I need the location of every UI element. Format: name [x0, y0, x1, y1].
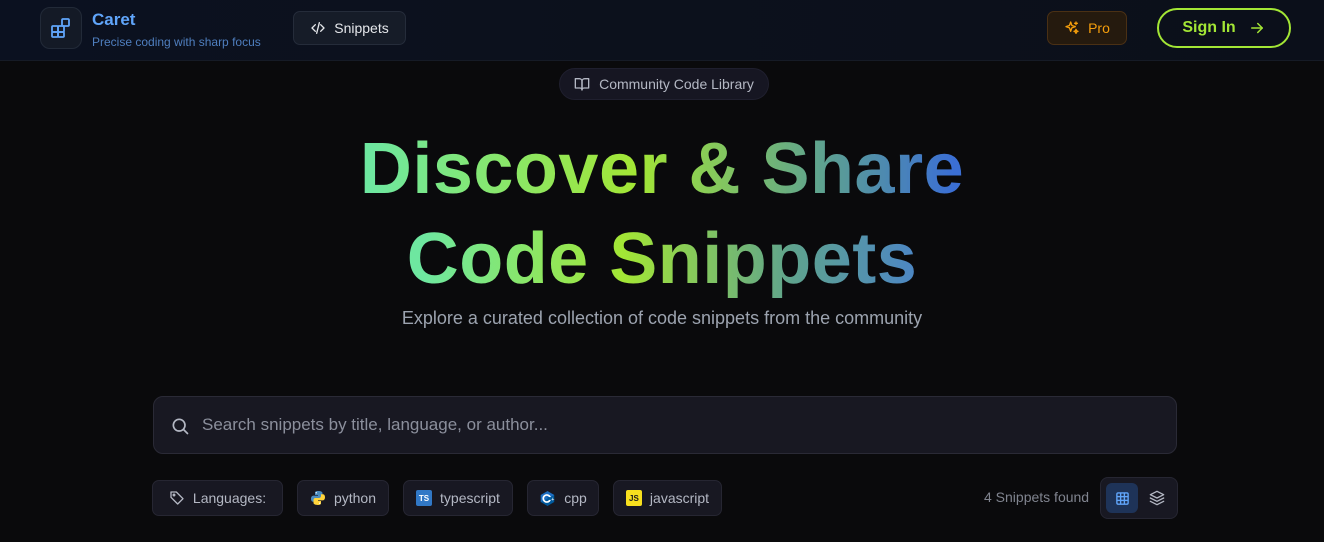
blocks-logo-icon	[51, 18, 70, 38]
pro-label: Pro	[1088, 20, 1110, 36]
sign-in-label: Sign In	[1182, 19, 1236, 36]
search-bar	[153, 396, 1177, 454]
typescript-icon: TS	[416, 490, 433, 506]
community-library-pill: Community Code Library	[559, 68, 769, 100]
arrow-right-icon	[1250, 22, 1263, 34]
language-name: typescript	[440, 490, 500, 506]
language-name: python	[333, 490, 377, 506]
language-filter-cpp[interactable]: + cpp	[527, 480, 599, 516]
brand-tagline: Precise coding with sharp focus	[92, 35, 261, 49]
javascript-icon: JS	[625, 490, 642, 506]
view-mode-toggle	[1100, 477, 1178, 519]
hero-subtitle: Explore a curated collection of code sni…	[401, 308, 923, 328]
top-navbar: Caret Precise coding with sharp focus Sn…	[0, 0, 1324, 61]
languages-label-chip: Languages:	[152, 480, 283, 516]
grid-view-button[interactable]	[1106, 483, 1138, 513]
sparkles-icon	[1065, 21, 1079, 34]
search-icon	[172, 418, 189, 435]
tag-icon	[170, 491, 184, 505]
pill-label: Community Code Library	[599, 76, 754, 92]
svg-text:+: +	[551, 496, 555, 502]
code-icon	[311, 22, 325, 34]
snippets-count: 4 Snippets found	[984, 489, 1090, 505]
language-filter-python[interactable]: python	[297, 480, 389, 516]
brand-name[interactable]: Caret	[92, 10, 135, 30]
list-view-button[interactable]	[1141, 483, 1173, 513]
language-name: cpp	[564, 490, 587, 506]
search-input[interactable]	[202, 397, 1162, 453]
logo[interactable]	[40, 7, 82, 49]
cpp-icon: +	[540, 490, 555, 506]
language-filter-typescript[interactable]: TS typescript	[403, 480, 513, 516]
hero-headline-line1: Discover & Share	[0, 124, 1324, 214]
nav-snippets-button[interactable]: Snippets	[293, 11, 406, 45]
list-view-icon	[1149, 490, 1165, 506]
hero-headline-line2: Code Snippets	[0, 214, 1324, 304]
python-icon	[310, 491, 325, 505]
book-open-icon	[574, 78, 590, 91]
grid-view-icon	[1115, 491, 1129, 505]
sign-in-button[interactable]: Sign In	[1157, 8, 1291, 48]
language-name: javascript	[649, 490, 710, 506]
pro-button[interactable]: Pro	[1047, 11, 1127, 45]
languages-label: Languages:	[192, 490, 267, 506]
language-filter-javascript[interactable]: JS javascript	[613, 480, 722, 516]
nav-snippets-label: Snippets	[334, 20, 389, 36]
